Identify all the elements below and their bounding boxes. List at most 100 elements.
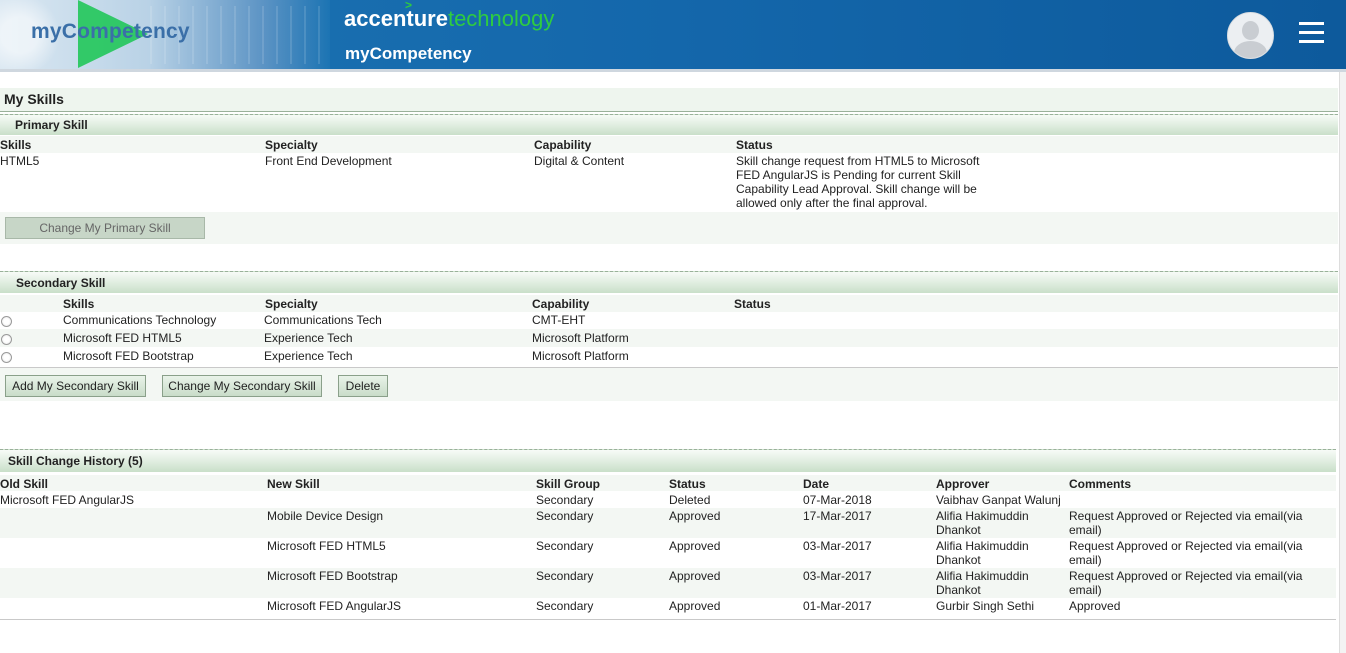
history-approver: Alifia Hakimuddin [936,569,1029,583]
menu-line [1299,22,1324,25]
change-primary-skill-button[interactable]: Change My Primary Skill [5,217,205,239]
history-approver: Gurbir Singh Sethi [936,599,1035,613]
col-old-skill: Old Skill [0,477,49,491]
history-status: Approved [669,569,721,583]
secondary-skill-value: Microsoft FED HTML5 [63,331,182,345]
history-approver: Alifia Hakimuddin [936,509,1029,523]
primary-status-line-3: Capability Lead Approval. Skill change w… [736,182,977,196]
history-comment: Request Approved or Rejected via email(v… [1069,539,1303,553]
secondary-specialty-value: Communications Tech [264,313,382,327]
history-new-skill: Microsoft FED HTML5 [267,539,386,553]
history-skill-group: Secondary [536,539,594,553]
secondary-capability-value: CMT-EHT [532,313,586,327]
hamburger-menu-icon[interactable] [1299,20,1324,44]
brand-tech-text: technology [447,6,555,31]
page-title: My Skills [0,88,1338,111]
history-date: 03-Mar-2017 [803,569,872,583]
divider [0,619,1336,620]
history-date: 03-Mar-2017 [803,539,872,553]
history-old-skill: Microsoft FED AngularJS [0,493,135,507]
history-new-skill: Mobile Device Design [267,509,384,523]
col-capability: Capability [532,297,590,311]
secondary-capability-value: Microsoft Platform [532,349,629,363]
secondary-column-header-row [0,295,1338,312]
app-subtitle: myCompetency [345,44,472,63]
col-capability: Capability [534,138,592,152]
history-comment-line-2: email) [1069,583,1102,597]
history-new-skill: Microsoft FED AngularJS [267,599,402,613]
col-approver: Approver [936,477,990,491]
secondary-row-radio[interactable] [1,316,12,327]
history-approver-line-2: Dhankot [936,583,981,597]
history-date: 17-Mar-2017 [803,509,872,523]
primary-column-header-row [0,136,1338,153]
add-secondary-skill-button[interactable]: Add My Secondary Skill [5,375,146,397]
menu-line [1299,40,1324,43]
banner-title: myCompetency [31,20,190,43]
history-skill-group: Secondary [536,569,594,583]
col-status: Status [669,477,706,491]
primary-specialty-value: Front End Development [265,154,392,168]
primary-skill-value: HTML5 [0,154,40,168]
secondary-specialty-value: Experience Tech [264,349,353,363]
accenture-technology-logo: accenturetechnology [344,6,554,32]
delete-secondary-skill-button[interactable]: Delete [338,375,388,397]
history-new-skill: Microsoft FED Bootstrap [267,569,398,583]
table-row [0,329,1338,347]
secondary-skill-value: Communications Technology [63,313,217,327]
primary-status-line-1: Skill change request from HTML5 to Micro… [736,154,980,168]
col-status: Status [736,138,773,152]
history-skill-group: Secondary [536,493,594,507]
secondary-row-radio[interactable] [1,352,12,363]
history-comment: Request Approved or Rejected via email(v… [1069,569,1303,583]
col-status: Status [734,297,771,311]
secondary-row-radio[interactable] [1,334,12,345]
history-comment: Request Approved or Rejected via email(v… [1069,509,1303,523]
user-avatar-icon[interactable] [1227,12,1274,59]
brand-main-text: accenture [344,6,448,31]
secondary-specialty-value: Experience Tech [264,331,353,345]
history-comment-line-2: email) [1069,523,1102,537]
divider [0,111,1338,112]
secondary-skill-header: Secondary Skill [0,271,1338,293]
history-comment-line-2: email) [1069,553,1102,567]
col-skills: Skills [63,297,95,311]
history-status: Approved [669,599,721,613]
col-comments: Comments [1069,477,1132,491]
mycompetency-banner-logo: myCompetency [0,0,330,69]
history-status: Approved [669,509,721,523]
secondary-capability-value: Microsoft Platform [532,331,629,345]
col-specialty: Specialty [265,297,318,311]
history-date: 07-Mar-2018 [803,493,872,507]
history-status: Approved [669,539,721,553]
app-header: myCompetency accenturetechnology > myCom… [0,0,1346,72]
col-skill-group: Skill Group [536,477,601,491]
history-skill-group: Secondary [536,599,594,613]
col-date: Date [803,477,830,491]
col-skills: Skills [0,138,32,152]
avatar-body [1234,41,1267,58]
history-column-header-row [0,475,1336,491]
primary-capability-value: Digital & Content [534,154,625,168]
vertical-scrollbar[interactable] [1339,72,1346,653]
brand-caret-icon: > [405,0,413,12]
col-new-skill: New Skill [267,477,320,491]
secondary-skill-value: Microsoft FED Bootstrap [63,349,194,363]
history-skill-group: Secondary [536,509,594,523]
history-approver: Alifia Hakimuddin [936,539,1029,553]
history-date: 01-Mar-2017 [803,599,872,613]
col-specialty: Specialty [265,138,318,152]
table-row [0,347,1338,365]
primary-skill-header: Primary Skill [0,114,1338,135]
primary-status-line-4: allowed only after the final approval. [736,196,928,210]
history-approver-line-2: Dhankot [936,553,981,567]
history-approver: Vaibhav Ganpat Walunj [936,493,1061,507]
avatar-head [1242,21,1259,40]
menu-line [1299,31,1324,34]
skill-change-history-header: Skill Change History (5) [0,449,1336,472]
history-approver-line-2: Dhankot [936,523,981,537]
history-comment: Approved [1069,599,1121,613]
history-status: Deleted [669,493,711,507]
primary-status-line-2: FED AngularJS is Pending for current Ski… [736,168,961,182]
change-secondary-skill-button[interactable]: Change My Secondary Skill [162,375,322,397]
